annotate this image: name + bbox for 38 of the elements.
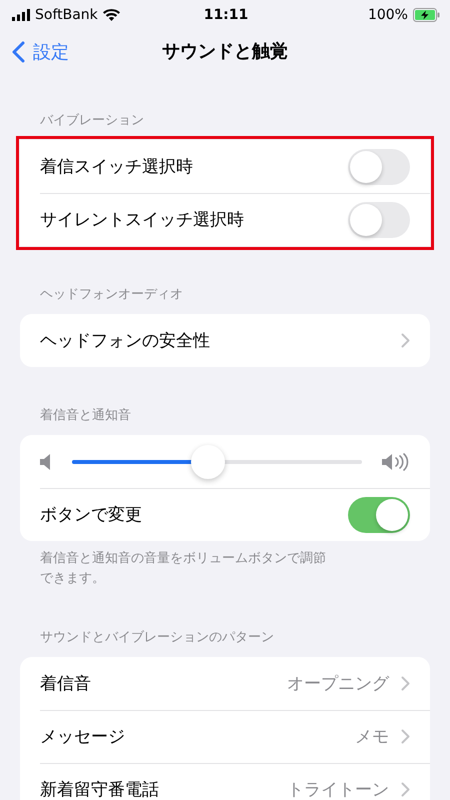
row-value: メモ — [355, 726, 389, 748]
section-header: バイブレーション — [39, 112, 145, 130]
row-label: ボタンで変更 — [40, 504, 143, 526]
settings-row[interactable]: 新着留守番電話 トライトーン — [20, 763, 430, 800]
chevron-icon — [401, 333, 410, 348]
section-header: ヘッドフォンオーディオ — [39, 286, 184, 304]
row-label: 新着留守番電話 — [40, 779, 160, 800]
row-value: オープニング — [287, 673, 389, 695]
chevron-icon — [401, 676, 410, 691]
row-label: メッセージ — [40, 726, 126, 748]
chevron-icon — [401, 782, 410, 797]
toggle-switch[interactable] — [348, 202, 410, 238]
volume-slider[interactable] — [72, 444, 362, 478]
settings-row[interactable]: メッセージ メモ — [20, 710, 430, 763]
row-label: サイレントスイッチ選択時 — [40, 209, 245, 231]
clock-time: 11:11 — [204, 7, 248, 23]
back-button[interactable]: 設定 — [10, 38, 71, 66]
section-header: サウンドとバイブレーションのパターン — [39, 629, 275, 647]
chevron-icon — [401, 729, 410, 744]
slider-thumb[interactable] — [191, 444, 226, 478]
wifi-icon — [102, 9, 120, 21]
section-header: 着信音と通知音 — [39, 407, 132, 425]
toggle-switch[interactable] — [348, 148, 410, 184]
speaker-high-icon — [382, 452, 410, 470]
row-label: 着信音 — [40, 673, 92, 695]
settings-row[interactable]: ヘッドフォンの安全性 — [20, 314, 430, 367]
toggle-switch[interactable] — [348, 496, 410, 532]
row-value: トライトーン — [287, 779, 389, 800]
signal-icon — [12, 9, 30, 21]
speaker-low-icon — [40, 454, 52, 470]
row-label: 着信スイッチ選択時 — [40, 156, 194, 178]
row-label: ヘッドフォンの安全性 — [40, 330, 211, 352]
section-footer: 着信音と通知音の音量をボリュームボタンで調節できます。 — [0, 541, 370, 589]
settings-row[interactable]: 着信音 オープニング — [20, 657, 430, 710]
screen-title: サウンドと触覚 — [162, 40, 288, 63]
carrier-name: SoftBank — [35, 7, 98, 23]
battery-percent: 100% — [368, 7, 408, 23]
back-chevron-icon — [12, 41, 25, 63]
